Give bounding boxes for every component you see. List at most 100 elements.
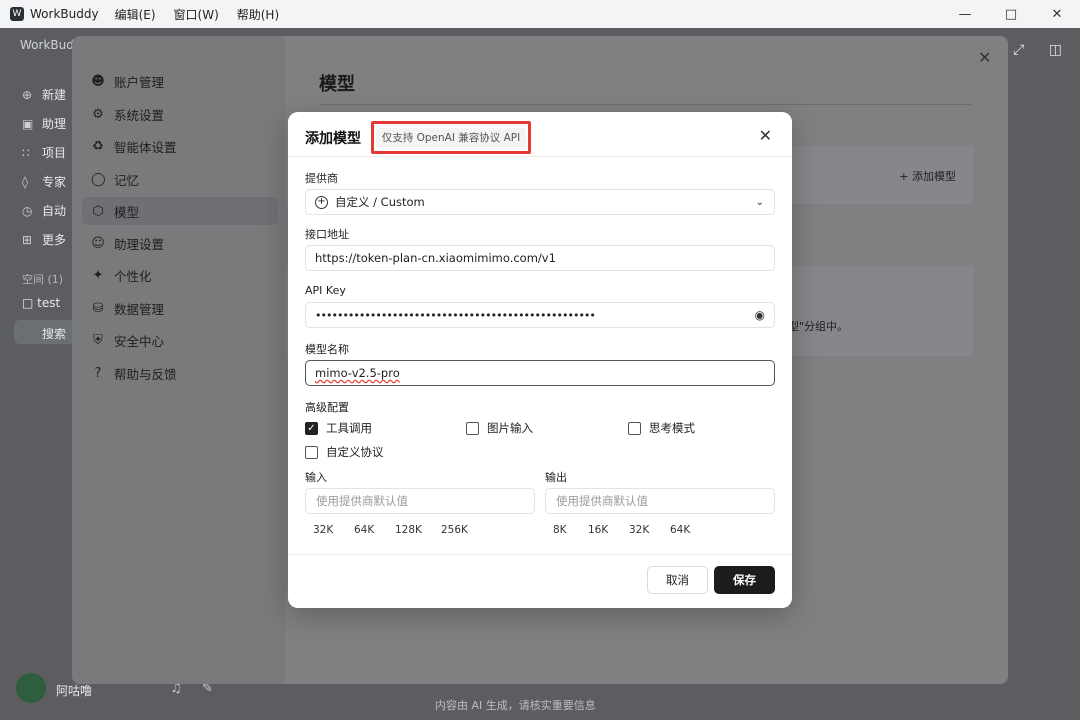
compat-badge: 仅支持 OpenAI 兼容协议 API (371, 121, 531, 154)
bg-footer-disclaimer: 内容由 AI 生成，请核实重要信息 (435, 699, 596, 712)
checkbox-tool-calling[interactable]: ✓ 工具调用 (305, 420, 372, 436)
output-token-presets: 8K 16K 32K 64K (553, 524, 710, 536)
project-icon: ∷ (22, 145, 30, 160)
puzzle-icon: ♻ (92, 138, 104, 154)
output-preset-32k[interactable]: 32K (629, 524, 670, 536)
page-title: 模型 (319, 74, 355, 95)
advanced-label: 高级配置 (305, 401, 349, 414)
plus-circle-icon: ⊕ (22, 87, 33, 102)
divider (319, 104, 972, 105)
settings-nav-security[interactable]: ⛨ 安全中心 (82, 326, 278, 354)
api-key-input[interactable]: ••••••••••••••••••••••••••••••••••••••••… (305, 302, 775, 328)
divider (288, 554, 792, 555)
robot-icon: ▣ (22, 116, 34, 131)
expand-icon[interactable]: ⤢ (1013, 42, 1024, 58)
cancel-button[interactable]: 取消 (647, 566, 708, 594)
endpoint-input[interactable]: https://token-plan-cn.xiaomimimo.com/v1 (305, 245, 775, 271)
bg-nav-more[interactable]: ⊞ 更多 (22, 225, 66, 254)
settings-nav-model[interactable]: ⬡ 模型 (82, 197, 278, 225)
input-preset-128k[interactable]: 128K (395, 524, 441, 536)
output-preset-8k[interactable]: 8K (553, 524, 588, 536)
output-tokens-label: 输出 (545, 471, 567, 484)
bg-sidebar: WorkBudd ⊕ 新建 ▣ 助理 ∷ 项目 ◊ 专家 ◷ 自动 ⊞ 更多 空间 (1) … (0, 28, 81, 720)
plus-circle-icon: + (315, 195, 328, 209)
settings-nav-help[interactable]: ? 帮助与反馈 (82, 359, 278, 387)
input-preset-32k[interactable]: 32K (313, 524, 354, 536)
maximize-icon[interactable]: □ (988, 0, 1034, 28)
model-name-input[interactable]: mimo-v2.5-pro (305, 360, 775, 386)
window-controls: — □ ✕ (942, 0, 1080, 28)
shield-icon: ⛨ (93, 332, 103, 348)
input-preset-64k[interactable]: 64K (354, 524, 395, 536)
menu-help[interactable]: 帮助(H) (237, 6, 279, 23)
avatar[interactable] (16, 673, 46, 703)
bg-nav-project[interactable]: ∷ 项目 (22, 138, 66, 167)
provider-select[interactable]: + 自定义 / Custom ⌄ (305, 189, 775, 215)
model-name-label: 模型名称 (305, 343, 349, 356)
menu-edit[interactable]: 编辑(E) (115, 6, 156, 23)
database-icon: ⛁ (92, 300, 104, 316)
settings-nav-memory[interactable]: ◯ 记忆 (82, 165, 278, 193)
checkbox-custom-protocol[interactable]: 自定义协议 (305, 444, 384, 460)
check-icon: ✓ (305, 421, 318, 435)
bg-nav: ⊕ 新建 ▣ 助理 ∷ 项目 ◊ 专家 ◷ 自动 ⊞ 更多 (22, 80, 66, 254)
eye-icon[interactable]: ◉ (755, 308, 765, 322)
add-model-dialog: 添加模型 仅支持 OpenAI 兼容协议 API ✕ 提供商 + 自定义 / C… (288, 112, 792, 608)
bg-space-label: 空间 (1) (22, 273, 64, 286)
menu-window[interactable]: 窗口(W) (174, 6, 219, 23)
output-tokens-field[interactable] (545, 488, 775, 514)
divider (288, 156, 792, 157)
title-bar: W WorkBuddy 编辑(E) 窗口(W) 帮助(H) — □ ✕ (0, 0, 1080, 28)
checkbox-image-input[interactable]: 图片输入 (466, 420, 533, 436)
input-token-presets: 32K 64K 128K 256K (313, 524, 481, 536)
settings-nav-data[interactable]: ⛁ 数据管理 (82, 294, 278, 322)
input-preset-256k[interactable]: 256K (441, 524, 481, 536)
provider-label: 提供商 (305, 172, 338, 185)
grid-icon: ⊞ (22, 232, 33, 247)
expert-icon: ◊ (22, 174, 28, 189)
output-preset-16k[interactable]: 16K (588, 524, 629, 536)
bg-nav-new[interactable]: ⊕ 新建 (22, 80, 66, 109)
gear-icon: ⚙ (92, 106, 104, 122)
api-key-label: API Key (305, 284, 346, 297)
bg-nav-expert[interactable]: ◊ 专家 (22, 167, 66, 196)
help-icon: ? (94, 365, 102, 381)
sparkle-icon: ✦ (92, 267, 104, 283)
chevron-down-icon: ⌄ (755, 196, 764, 208)
bg-username: 阿咕噜 (56, 684, 93, 698)
input-tokens-field[interactable] (305, 488, 535, 514)
lightbulb-icon: ◯ (91, 171, 106, 187)
checkbox-thinking-mode[interactable]: 思考模式 (628, 420, 695, 436)
app-logo-icon: W (10, 7, 24, 21)
save-button[interactable]: 保存 (714, 566, 775, 594)
bg-nav-assistant[interactable]: ▣ 助理 (22, 109, 66, 138)
add-model-button[interactable]: + 添加模型 (899, 168, 956, 184)
settings-nav-account[interactable]: ☻ 账户管理 (82, 67, 278, 95)
bg-folder-test[interactable]: □ test (22, 296, 60, 310)
settings-nav-system[interactable]: ⚙ 系统设置 (82, 100, 278, 128)
cube-icon: ⬡ (92, 203, 104, 219)
user-icon: ☻ (91, 73, 105, 89)
bg-nav-auto[interactable]: ◷ 自动 (22, 196, 66, 225)
minimize-icon[interactable]: — (942, 0, 988, 28)
output-tokens-input[interactable] (556, 494, 756, 508)
output-preset-64k[interactable]: 64K (670, 524, 710, 536)
dialog-title: 添加模型 (305, 131, 361, 147)
menu-bar: 编辑(E) 窗口(W) 帮助(H) (115, 6, 298, 23)
info-note: 型"分组中。 (788, 320, 849, 333)
close-window-icon[interactable]: ✕ (1034, 0, 1080, 28)
settings-nav-assistant[interactable]: ☺ 助理设置 (82, 229, 278, 257)
bg-search-item[interactable]: 搜索 (14, 320, 72, 344)
settings-close-icon[interactable]: ✕ (978, 48, 991, 67)
settings-nav-agent[interactable]: ♻ 智能体设置 (82, 132, 278, 160)
folder-icon: □ (22, 296, 38, 310)
settings-nav: ☻ 账户管理 ⚙ 系统设置 ♻ 智能体设置 ◯ 记忆 ⬡ 模型 ☺ 助理设置 ✦ 个性化 ⛁ 数… (72, 36, 285, 684)
app-name: WorkBuddy (30, 7, 99, 21)
input-tokens-input[interactable] (316, 494, 516, 508)
panel-toggle-icon[interactable]: ◫ (1049, 42, 1062, 58)
input-tokens-label: 输入 (305, 471, 327, 484)
clock-icon: ◷ (22, 203, 33, 218)
close-icon[interactable]: ✕ (759, 126, 772, 145)
settings-nav-personalize[interactable]: ✦ 个性化 (82, 261, 278, 289)
assistant-icon: ☺ (91, 235, 105, 251)
